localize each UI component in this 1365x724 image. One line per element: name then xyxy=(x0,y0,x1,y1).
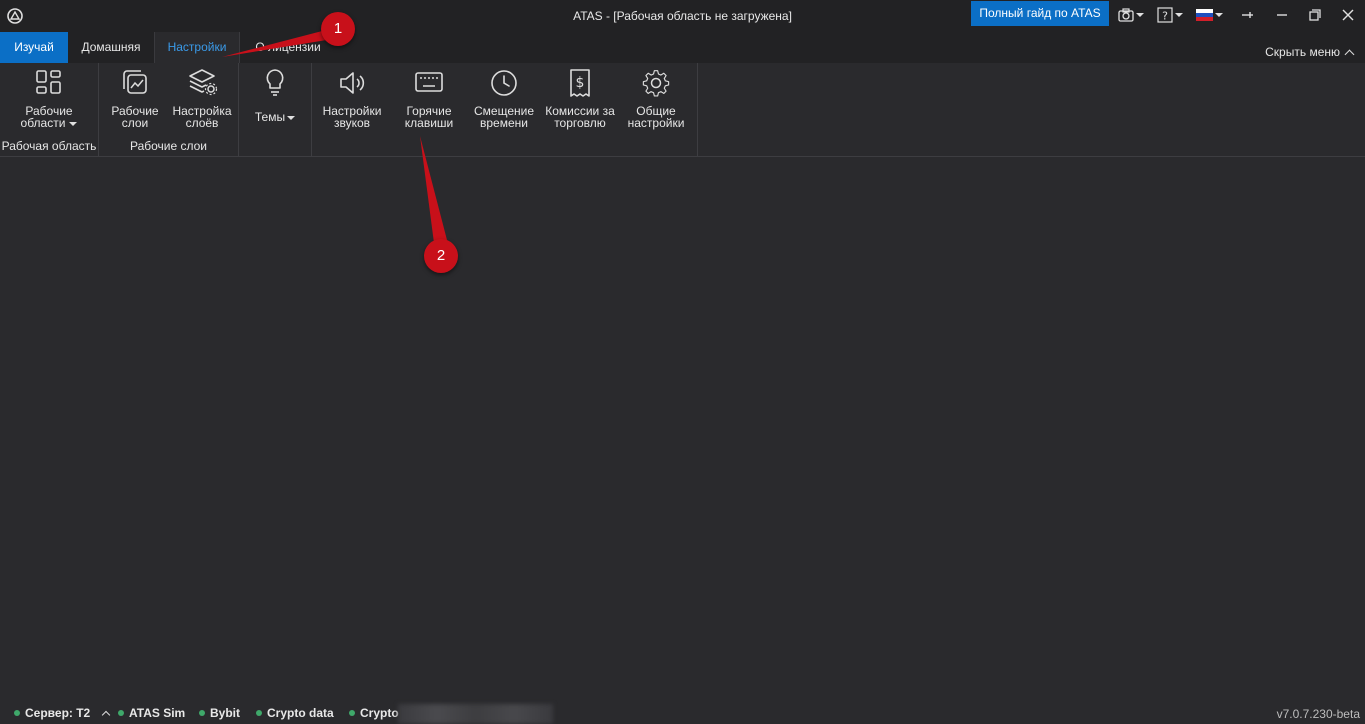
workspace-group-label: Рабочая область xyxy=(1,139,97,153)
connection-crypto-data[interactable]: Crypto data xyxy=(256,706,334,720)
layers-settings-icon xyxy=(189,69,218,96)
hotkeys-label-2: клавиши xyxy=(404,116,454,130)
workspaces-button[interactable]: Рабочие области xyxy=(10,66,88,129)
chevron-up-icon xyxy=(1344,49,1355,59)
connection-dot-icon xyxy=(118,710,124,716)
trading-commissions-label-2: торговлю xyxy=(554,116,606,130)
minimize-icon[interactable] xyxy=(1271,5,1293,25)
connection-label: Crypto data xyxy=(267,706,334,720)
connection-label: Bybit xyxy=(210,706,240,720)
chevron-down-icon xyxy=(1215,13,1223,17)
workspace-area xyxy=(0,158,1365,702)
hide-menu-label: Скрыть меню xyxy=(1265,45,1340,59)
atas-window: ATAS - [Рабочая область не загружена] По… xyxy=(0,0,1365,724)
pin-icon[interactable] xyxy=(1236,5,1258,25)
speaker-icon xyxy=(340,72,365,94)
version-label: v7.0.7.230-beta xyxy=(1276,707,1360,721)
clock-icon xyxy=(491,70,517,96)
keyboard-icon xyxy=(415,72,443,92)
close-icon[interactable] xyxy=(1337,5,1359,25)
work-layers-label-2: слои xyxy=(121,116,149,130)
help-button[interactable]: ? xyxy=(1157,6,1183,24)
language-selector[interactable] xyxy=(1196,6,1223,24)
general-settings-button[interactable]: Общие настройки xyxy=(622,66,690,129)
redacted-area xyxy=(398,704,553,724)
workspace-group: Рабочие области Рабочая область xyxy=(0,63,99,156)
connection-dot-icon xyxy=(256,710,262,716)
settings-group: Настройки звуков Горячие клавиши Смещени… xyxy=(312,63,698,156)
layers-settings-button[interactable]: Настройка слоёв xyxy=(169,66,235,129)
connection-dot-icon xyxy=(349,710,355,716)
connection-bybit[interactable]: Bybit xyxy=(199,706,240,720)
connection-label: Crypto xyxy=(360,706,399,720)
ribbon-tabs: Изучай Домашняя Настройки О лицензии Скр… xyxy=(0,32,1365,63)
ribbon-panel: Рабочие области Рабочая область Рабочие … xyxy=(0,63,1365,157)
svg-text:$: $ xyxy=(576,75,585,91)
annotation-marker-2: 2 xyxy=(424,239,458,273)
connection-atas-sim[interactable]: ATAS Sim xyxy=(118,706,185,720)
tab-license[interactable]: О лицензии xyxy=(240,32,336,63)
sound-settings-label-2: звуков xyxy=(333,116,371,130)
themes-button[interactable]: Темы xyxy=(247,66,303,123)
tab-settings[interactable]: Настройки xyxy=(154,32,240,63)
camera-icon xyxy=(1118,8,1134,22)
hotkeys-button[interactable]: Горячие клавиши xyxy=(395,66,463,129)
general-settings-label-2: настройки xyxy=(627,116,685,130)
time-offset-label-2: времени xyxy=(480,116,528,130)
screenshot-button[interactable] xyxy=(1118,6,1144,24)
layers-group-label: Рабочие слои xyxy=(129,139,208,153)
svg-text:?: ? xyxy=(1162,10,1168,23)
lightbulb-icon xyxy=(266,69,284,96)
hide-menu-button[interactable]: Скрыть меню xyxy=(1265,45,1355,59)
themes-group: Темы xyxy=(239,63,312,156)
chevron-down-icon xyxy=(287,115,296,120)
connection-crypto[interactable]: Crypto xyxy=(349,706,399,720)
chevron-down-icon xyxy=(69,121,78,126)
connection-label: ATAS Sim xyxy=(129,706,186,720)
russian-flag-icon xyxy=(1196,9,1213,21)
time-offset-button[interactable]: Смещение времени xyxy=(470,66,538,129)
chevron-down-icon xyxy=(1175,13,1183,17)
restore-icon[interactable] xyxy=(1304,5,1326,25)
themes-label: Темы xyxy=(254,110,286,124)
title-bar: ATAS - [Рабочая область не загружена] По… xyxy=(0,0,1365,32)
workspaces-label-2: области xyxy=(20,116,66,130)
layers-group: Рабочие слои Настройка слоёв Рабочие сло… xyxy=(99,63,239,156)
layers-settings-label-2: слоёв xyxy=(185,116,219,130)
tab-learn[interactable]: Изучай xyxy=(0,32,68,63)
workspaces-icon xyxy=(36,70,61,94)
chevron-up-icon xyxy=(101,710,111,719)
gear-icon xyxy=(642,70,670,97)
connection-dot-icon xyxy=(14,710,20,716)
server-status[interactable]: Сервер: T2 xyxy=(14,706,111,720)
full-guide-button[interactable]: Полный гайд по ATAS xyxy=(971,1,1109,26)
trading-commissions-button[interactable]: $ Комиссии за торговлю xyxy=(542,66,618,129)
status-bar: Сервер: T2 ATAS Sim Bybit Crypto data Cr… xyxy=(0,702,1365,724)
receipt-dollar-icon: $ xyxy=(570,69,590,97)
layers-chart-icon xyxy=(123,70,147,94)
sound-settings-button[interactable]: Настройки звуков xyxy=(318,66,386,129)
tab-home[interactable]: Домашняя xyxy=(68,32,154,63)
server-label: Сервер: T2 xyxy=(25,706,91,720)
connection-dot-icon xyxy=(199,710,205,716)
work-layers-button[interactable]: Рабочие слои xyxy=(103,66,167,129)
annotation-marker-1: 1 xyxy=(321,12,355,46)
chevron-down-icon xyxy=(1136,13,1144,17)
help-icon: ? xyxy=(1157,7,1173,23)
